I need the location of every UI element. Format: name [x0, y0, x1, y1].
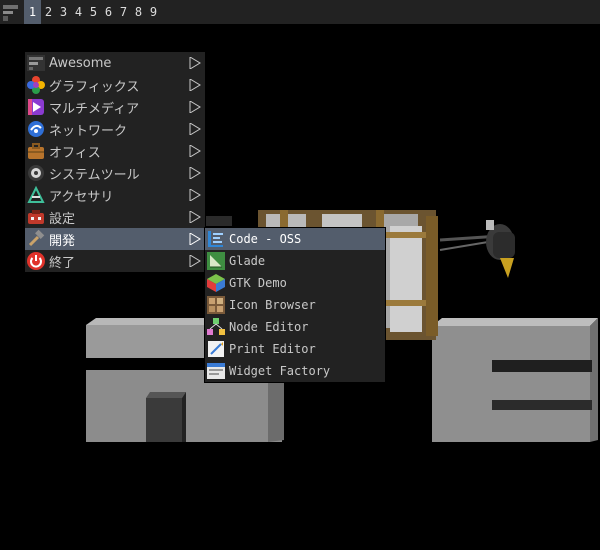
- tag-8[interactable]: 8: [131, 0, 146, 24]
- menu-item-label: 終了: [49, 255, 76, 271]
- submenu-arrow-icon: [189, 211, 201, 223]
- menu-item-print-editor[interactable]: Print Editor: [205, 338, 385, 360]
- menu-item-label: オフィス: [49, 145, 101, 161]
- menu-item-multimedia[interactable]: マルチメディア: [25, 96, 205, 118]
- wallpaper-right-block: [432, 318, 598, 442]
- menu-item-label: 設定: [49, 211, 76, 227]
- menu-item-glade[interactable]: Glade: [205, 250, 385, 272]
- menu-item-code-oss[interactable]: Code - OSS: [205, 228, 385, 250]
- tag-6[interactable]: 6: [101, 0, 116, 24]
- menu-item-accessories[interactable]: アクセサリ: [25, 184, 205, 206]
- menu-item-widget-factory[interactable]: Widget Factory: [205, 360, 385, 382]
- wallpaper-drill: [439, 220, 515, 278]
- development-submenu: Code - OSS Glade GTK Demo Icon Browser N…: [204, 227, 386, 383]
- menu-item-label: マルチメディア: [49, 101, 140, 117]
- menu-item-graphics[interactable]: グラフィックス: [25, 74, 205, 96]
- taglist: 1 2 3 4 5 6 7 8 9: [24, 0, 161, 24]
- multimedia-icon: [26, 97, 46, 117]
- menu-item-label: 開発: [49, 233, 76, 249]
- power-icon: [26, 251, 46, 271]
- menu-item-development[interactable]: 開発: [25, 228, 205, 250]
- menu-item-label: ネットワーク: [49, 123, 128, 139]
- menu-item-label: グラフィックス: [49, 79, 140, 95]
- tag-4[interactable]: 4: [71, 0, 86, 24]
- menu-item-label: Awesome: [49, 55, 112, 71]
- awesome-launcher-icon[interactable]: [0, 0, 24, 24]
- tag-2[interactable]: 2: [41, 0, 56, 24]
- gtk-demo-icon: [206, 273, 226, 293]
- submenu-arrow-icon: [189, 167, 201, 179]
- icon-browser-icon: [206, 295, 226, 315]
- tag-7[interactable]: 7: [116, 0, 131, 24]
- glade-icon: [206, 251, 226, 271]
- top-bar: 1 2 3 4 5 6 7 8 9: [0, 0, 600, 24]
- menu-item-quit[interactable]: 終了: [25, 250, 205, 272]
- print-editor-icon: [206, 339, 226, 359]
- menu-item-label: Print Editor: [229, 342, 316, 356]
- submenu-arrow-icon: [189, 79, 201, 91]
- menu-item-label: Node Editor: [229, 320, 309, 334]
- submenu-arrow-icon: [189, 57, 201, 69]
- menu-item-network[interactable]: ネットワーク: [25, 118, 205, 140]
- submenu-arrow-icon: [189, 145, 201, 157]
- submenu-arrow-icon: [189, 189, 201, 201]
- development-icon: [26, 229, 46, 249]
- menu-item-label: GTK Demo: [229, 276, 287, 290]
- settings-icon: [26, 207, 46, 227]
- office-icon: [26, 141, 46, 161]
- menu-item-label: Code - OSS: [229, 232, 302, 246]
- menu-item-label: アクセサリ: [49, 189, 114, 205]
- accessories-icon: [26, 185, 46, 205]
- submenu-arrow-icon: [189, 101, 201, 113]
- tag-3[interactable]: 3: [56, 0, 71, 24]
- code-oss-icon: [206, 229, 226, 249]
- menu-item-settings[interactable]: 設定: [25, 206, 205, 228]
- widget-factory-icon: [206, 361, 226, 381]
- submenu-arrow-icon: [189, 123, 201, 135]
- wallpaper-arm: [204, 216, 232, 226]
- menu-item-label: Widget Factory: [229, 364, 331, 378]
- menu-item-label: Glade: [229, 254, 266, 268]
- menu-item-icon-browser[interactable]: Icon Browser: [205, 294, 385, 316]
- network-icon: [26, 119, 46, 139]
- graphics-icon: [26, 75, 46, 95]
- tag-1[interactable]: 1: [24, 0, 41, 24]
- main-menu: Awesome グラフィックス マルチメディア ネットワーク オフィス システム: [24, 51, 206, 273]
- menu-item-label: システムツール: [49, 167, 140, 183]
- menu-item-node-editor[interactable]: Node Editor: [205, 316, 385, 338]
- menu-item-gtk-demo[interactable]: GTK Demo: [205, 272, 385, 294]
- submenu-arrow-icon: [189, 255, 201, 267]
- node-editor-icon: [206, 317, 226, 337]
- submenu-arrow-icon: [189, 233, 201, 245]
- menu-item-office[interactable]: オフィス: [25, 140, 205, 162]
- awesome-icon: [26, 53, 46, 73]
- tag-5[interactable]: 5: [86, 0, 101, 24]
- menu-item-awesome[interactable]: Awesome: [25, 52, 205, 74]
- menu-item-system-tools[interactable]: システムツール: [25, 162, 205, 184]
- tag-9[interactable]: 9: [146, 0, 161, 24]
- system-tools-icon: [26, 163, 46, 183]
- menu-item-label: Icon Browser: [229, 298, 316, 312]
